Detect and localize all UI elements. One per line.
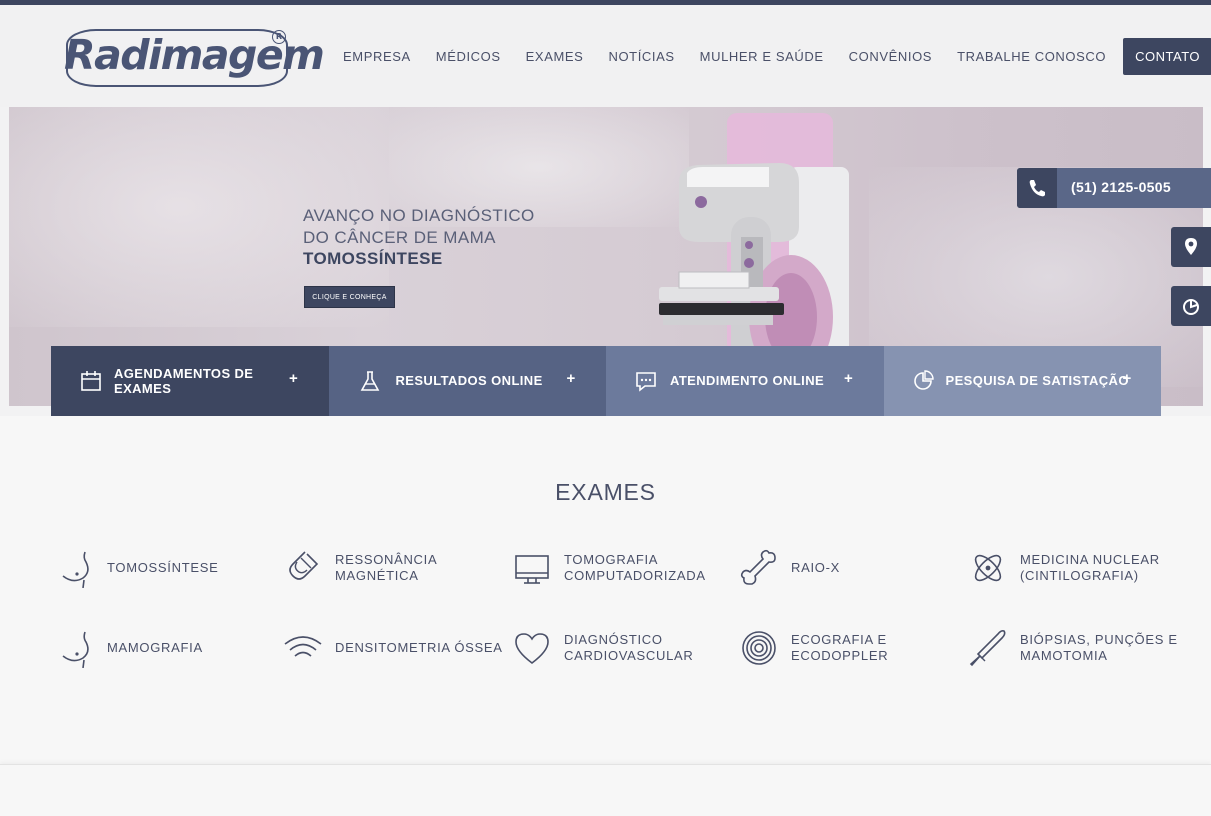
phone-icon: [1017, 168, 1057, 208]
plus-icon: +: [1122, 370, 1132, 387]
flask-icon: [360, 371, 379, 391]
calendar-icon: [81, 371, 101, 391]
quick-link-agendamentos[interactable]: AGENDAMENTOS DE EXAMES +: [51, 346, 329, 416]
quick-link-label: AGENDAMENTOS DE EXAMES: [114, 366, 254, 396]
hero-headline-line1: AVANÇO NO DIAGNÓSTICO: [303, 206, 535, 225]
exam-label: BIÓPSIAS, PUNÇÕES E MAMOTOMIA: [1020, 632, 1178, 663]
breast-icon: [62, 551, 89, 588]
exam-ecografia[interactable]: ECOGRAFIA E ECODOPPLER: [739, 628, 971, 668]
plus-icon: +: [844, 370, 853, 387]
plus-icon: +: [566, 370, 576, 387]
exam-mamografia[interactable]: MAMOGRAFIA: [55, 628, 287, 668]
location-pin-icon: [1185, 238, 1197, 255]
wifi-waves-icon: [284, 636, 322, 657]
chat-icon: [636, 372, 656, 392]
exam-label: RESSONÂNCIA MAGNÉTICA: [335, 552, 437, 583]
location-button[interactable]: [1171, 227, 1211, 267]
exam-label: RAIO-X: [791, 560, 840, 575]
phone-number: (51) 2125-0505: [1071, 179, 1171, 195]
exam-label: MEDICINA NUCLEAR (CINTILOGRAFIA): [1020, 552, 1160, 583]
site-header: Radimagem R EMPRESA MÉDICOS EXAMES NOTÍC…: [0, 5, 1211, 107]
nav-noticias[interactable]: NOTÍCIAS: [608, 49, 674, 64]
exam-label: MAMOGRAFIA: [107, 640, 203, 655]
contact-button[interactable]: CONTATO: [1123, 38, 1211, 75]
bone-icon: [740, 549, 776, 585]
target-rings-icon: [742, 631, 776, 665]
exam-label: TOMOSSÍNTESE: [107, 560, 219, 575]
exams-section: EXAMES TOMOSSÍNTESE RESSONÂNCIA MAGNÉTIC…: [0, 416, 1211, 764]
exam-ressonancia[interactable]: RESSONÂNCIA MAGNÉTICA: [283, 548, 515, 588]
pie-icon: [913, 370, 934, 390]
nav-exames[interactable]: EXAMES: [526, 49, 584, 64]
exam-label: DIAGNÓSTICO CARDIOVASCULAR: [564, 632, 694, 663]
hero-headline-strong: TOMOSSÍNTESE: [303, 249, 443, 268]
exam-cardiovascular[interactable]: DIAGNÓSTICO CARDIOVASCULAR: [512, 628, 744, 668]
atom-icon: [974, 554, 1002, 582]
exam-densitometria[interactable]: DENSITOMETRIA ÓSSEA: [283, 628, 515, 668]
monitor-icon: [515, 555, 549, 584]
nav-medicos[interactable]: MÉDICOS: [436, 49, 501, 64]
nav-mulher-e-saude[interactable]: MULHER E SAÚDE: [700, 49, 824, 64]
page-footer-strip: [0, 764, 1211, 816]
section-title: EXAMES: [555, 479, 656, 505]
breast-icon: [62, 631, 89, 668]
exam-medicina-nuclear[interactable]: MEDICINA NUCLEAR (CINTILOGRAFIA): [968, 548, 1200, 588]
hero-headline-line2: DO CÂNCER DE MAMA: [303, 228, 496, 247]
exam-biopsias[interactable]: BIÓPSIAS, PUNÇÕES E MAMOTOMIA: [968, 628, 1200, 668]
quick-link-resultados[interactable]: RESULTADOS ONLINE +: [328, 346, 606, 416]
nav-convenios[interactable]: CONVÊNIOS: [849, 49, 932, 64]
quick-links-bar: AGENDAMENTOS DE EXAMES + RESULTADOS ONLI…: [51, 346, 1161, 416]
nav-trabalhe-conosco[interactable]: TRABALHE CONOSCO: [957, 49, 1106, 64]
exam-label: TOMOGRAFIA COMPUTADORIZADA: [564, 552, 706, 583]
nav-empresa[interactable]: EMPRESA: [343, 49, 411, 64]
quick-link-label: ATENDIMENTO ONLINE: [670, 373, 825, 388]
quick-link-atendimento[interactable]: ATENDIMENTO ONLINE +: [606, 346, 884, 416]
exam-tomografia[interactable]: TOMOGRAFIA COMPUTADORIZADA: [512, 548, 744, 588]
exam-label: ECOGRAFIA E ECODOPPLER: [791, 632, 889, 663]
radimagem-logo[interactable]: Radimagem R: [62, 25, 325, 91]
quick-link-label: PESQUISA DE SATISTAÇÃO: [945, 373, 1129, 388]
registered-mark: R: [272, 30, 286, 44]
quick-link-label: RESULTADOS ONLINE: [395, 373, 543, 388]
phone-widget[interactable]: (51) 2125-0505: [1017, 168, 1211, 208]
quick-link-pesquisa[interactable]: PESQUISA DE SATISTAÇÃO +: [883, 346, 1161, 416]
exam-tomossintese[interactable]: TOMOSSÍNTESE: [55, 548, 287, 588]
hero-cta-button[interactable]: CLIQUE E CONHEÇA: [304, 286, 395, 308]
clock-icon: [1183, 299, 1199, 315]
exam-raio-x[interactable]: RAIO-X: [739, 548, 971, 588]
plus-icon: +: [289, 370, 298, 387]
hours-button[interactable]: [1171, 286, 1211, 326]
exam-label: DENSITOMETRIA ÓSSEA: [335, 640, 503, 655]
magnet-icon: [289, 551, 319, 580]
heart-icon: [515, 633, 549, 665]
main-nav: EMPRESA MÉDICOS EXAMES NOTÍCIAS MULHER E…: [343, 38, 1211, 75]
scalpel-icon: [969, 630, 1006, 667]
